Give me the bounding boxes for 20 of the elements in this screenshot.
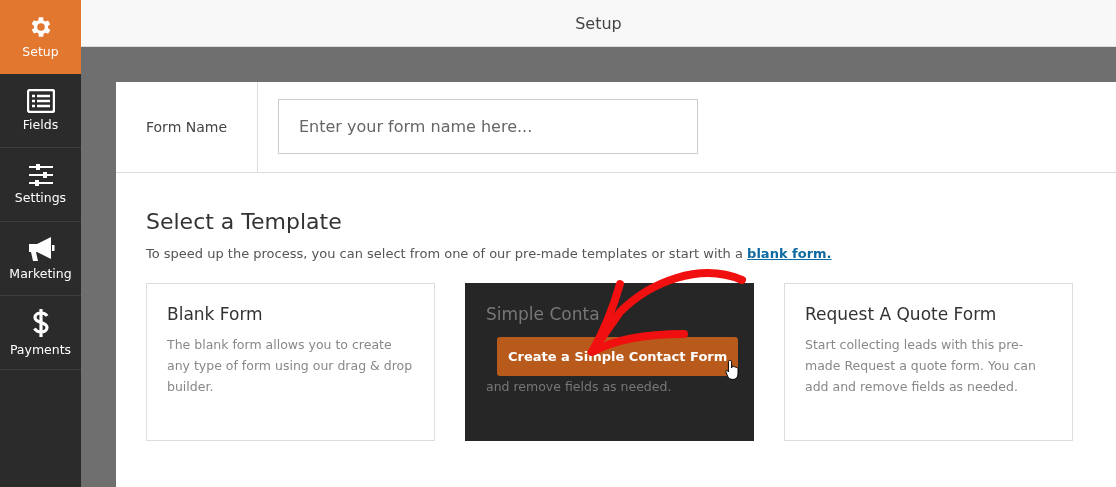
intro-text: To speed up the process, you can select from one of our pre-made templates or start with a blank form.	[146, 246, 833, 261]
list-icon	[26, 89, 55, 113]
field-label: Form Name	[146, 119, 228, 135]
megaphone-icon	[26, 236, 55, 262]
dollar-icon	[31, 308, 50, 338]
template-card[interactable]: Blank Form The blank form allows you to create any type of form using our drag & drop builder.	[146, 283, 435, 441]
section-heading: Select a Template	[146, 209, 343, 234]
template-card[interactable]: Request A Quote Form Start collecting leads with this pre-made Request a quote form. You can add and remove fields as needed.	[784, 283, 1073, 441]
blank-form-link[interactable]: blank form.	[747, 246, 832, 261]
header-title: Setup	[575, 13, 622, 33]
sliders-icon	[27, 164, 54, 186]
card-title: Request A Quote Form	[805, 304, 998, 324]
hand-cursor-icon	[725, 359, 741, 381]
card-description: Start collecting leads with this pre-made Request a quote form. You can add and remove fields as needed.	[805, 336, 1037, 396]
card-description: and remove fields as needed.	[486, 378, 673, 396]
card-title: Blank Form	[167, 304, 264, 324]
card-description: The blank form allows you to create any type of form using our drag & drop builder.	[167, 336, 414, 396]
form-name-field[interactable]: Enter your form name here...	[278, 99, 698, 154]
create-form-button[interactable]: Create a Simple Contact Form	[497, 337, 739, 376]
card-title: Simple Conta	[486, 304, 601, 324]
